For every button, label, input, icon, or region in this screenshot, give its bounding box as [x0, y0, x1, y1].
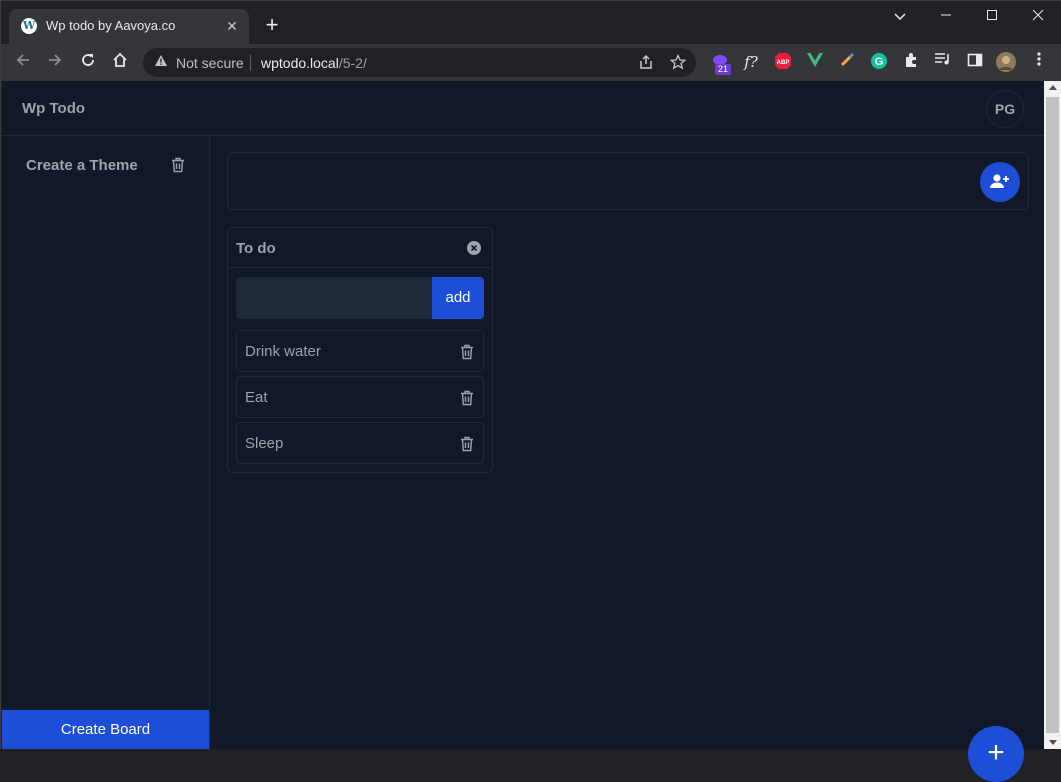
todo-label: Sleep	[245, 435, 284, 452]
delete-todo-icon[interactable]	[460, 436, 474, 452]
list-header: To do	[228, 228, 492, 268]
delete-todo-icon[interactable]	[460, 390, 474, 406]
add-list-button[interactable]: +	[968, 726, 1024, 782]
url-host: wptodo.local	[261, 55, 339, 71]
page-scrollbar[interactable]	[1044, 81, 1061, 749]
fonts-extension-icon[interactable]: f?	[741, 52, 761, 72]
sidebar: Create a Theme Create Board	[2, 136, 210, 749]
adblock-icon[interactable]: ABP	[773, 52, 793, 72]
sidebar-item-theme[interactable]: Create a Theme	[2, 146, 209, 184]
tab-strip: W Wp todo by Aavoya.co ✕ +	[1, 1, 1061, 44]
forward-button[interactable]	[44, 51, 66, 73]
user-avatar[interactable]: PG	[986, 90, 1024, 128]
close-window-button[interactable]	[1023, 5, 1053, 27]
close-tab-button[interactable]: ✕	[223, 17, 241, 35]
browser-tab[interactable]: W Wp todo by Aavoya.co ✕	[9, 9, 249, 44]
svg-text:ABP: ABP	[777, 60, 790, 66]
add-user-button[interactable]	[980, 162, 1020, 202]
browser-toolbar: Not secure wptodo.local/5-2/ f? ABP G	[1, 44, 1061, 81]
board-toolbar	[227, 152, 1029, 210]
todo-item[interactable]: Sleep	[236, 422, 484, 464]
reload-button[interactable]	[77, 51, 99, 73]
share-icon[interactable]	[637, 54, 655, 72]
todo-item[interactable]: Drink water	[236, 330, 484, 372]
tab-title: Wp todo by Aavoya.co	[46, 18, 176, 33]
list-title: To do	[236, 240, 276, 257]
add-todo-button[interactable]: add	[432, 277, 484, 319]
profile-avatar[interactable]	[996, 52, 1016, 72]
address-bar[interactable]: Not secure wptodo.local/5-2/	[143, 48, 696, 77]
wordpress-icon: W	[21, 18, 37, 34]
delete-todo-icon[interactable]	[460, 344, 474, 360]
minimize-button[interactable]	[931, 5, 961, 27]
todo-label: Drink water	[245, 343, 321, 360]
grammarly-icon[interactable]: G	[869, 52, 889, 72]
page-content: Wp Todo PG Create a Theme Create Board T…	[2, 81, 1044, 782]
home-button[interactable]	[109, 51, 131, 73]
list-card: To do add Drink water Eat Sleep	[227, 227, 493, 473]
new-tab-button[interactable]: +	[261, 14, 283, 36]
side-panel-icon[interactable]	[965, 52, 985, 72]
board-area: To do add Drink water Eat Sleep +	[210, 136, 1044, 782]
warning-icon	[153, 54, 169, 70]
url-text[interactable]: wptodo.local/5-2/	[261, 55, 367, 71]
media-queue-icon[interactable]	[933, 52, 953, 72]
scrollbar-thumb[interactable]	[1046, 97, 1059, 733]
url-divider	[250, 55, 251, 71]
delete-theme-icon[interactable]	[171, 157, 185, 173]
delete-list-icon[interactable]	[467, 241, 481, 255]
scroll-down-arrow-icon[interactable]	[1049, 740, 1057, 745]
color-picker-icon[interactable]	[837, 52, 857, 72]
back-button[interactable]	[12, 51, 34, 73]
bookmark-star-icon[interactable]	[669, 53, 687, 72]
browser-window: W Wp todo by Aavoya.co ✕ + Not secure wp…	[0, 0, 1061, 782]
todo-label: Eat	[245, 389, 268, 406]
vue-devtools-icon[interactable]	[805, 52, 825, 72]
create-board-button[interactable]: Create Board	[2, 710, 209, 749]
new-todo-input[interactable]	[236, 277, 432, 319]
security-status[interactable]: Not secure	[176, 55, 244, 71]
browser-menu-icon[interactable]	[1029, 52, 1049, 72]
sidebar-item-label: Create a Theme	[26, 157, 138, 174]
svg-text:G: G	[875, 56, 884, 68]
add-user-icon	[990, 174, 1009, 188]
scroll-up-arrow-icon[interactable]	[1049, 85, 1057, 90]
app-title: Wp Todo	[22, 100, 86, 117]
url-path: /5-2/	[338, 55, 367, 71]
maximize-button[interactable]	[977, 5, 1007, 27]
todo-item[interactable]: Eat	[236, 376, 484, 418]
extensions-puzzle-icon[interactable]	[901, 52, 921, 72]
app-header: Wp Todo PG	[2, 81, 1044, 136]
extension-badge: 21	[715, 64, 731, 75]
tab-search-icon[interactable]	[885, 5, 915, 27]
